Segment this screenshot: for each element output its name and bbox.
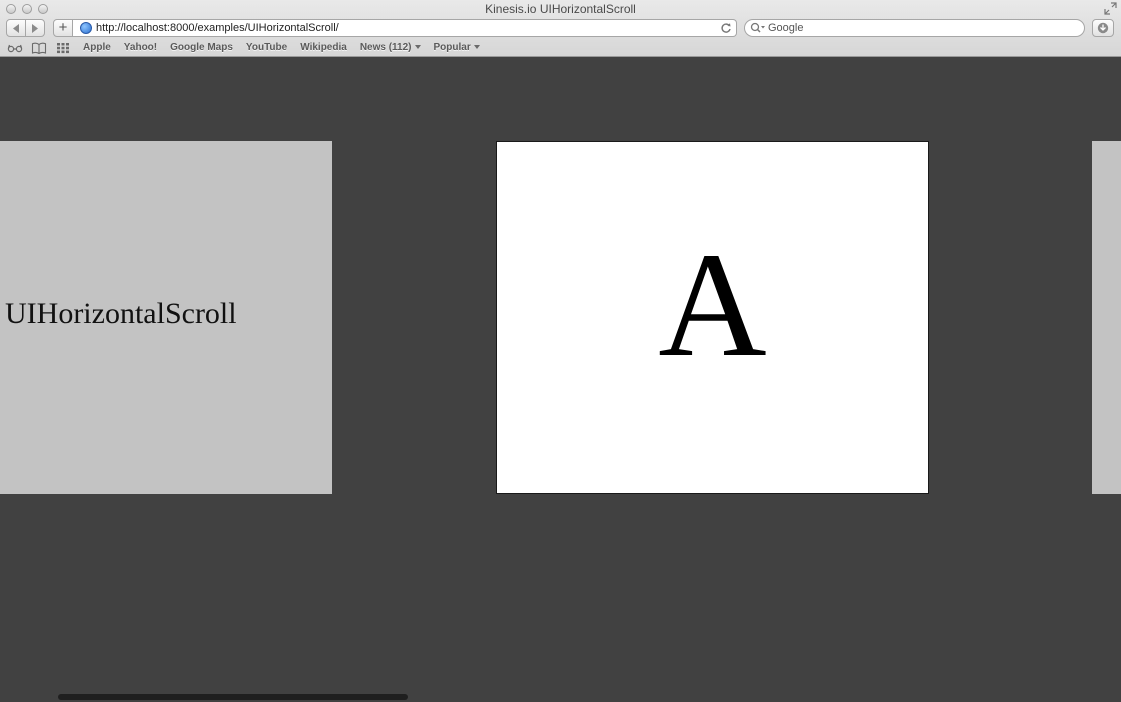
add-bookmark-button[interactable]: + — [53, 19, 73, 37]
scroll-panel-slide-a[interactable]: A — [496, 141, 929, 494]
toolbar: + http://localhost:8000/examples/UIHoriz… — [0, 17, 1121, 39]
bookmark-folder-news[interactable]: News (112) — [360, 42, 421, 53]
url-text[interactable]: http://localhost:8000/examples/UIHorizon… — [96, 22, 339, 34]
bookmark-google-maps[interactable]: Google Maps — [170, 42, 233, 53]
address-bar[interactable]: http://localhost:8000/examples/UIHorizon… — [73, 19, 737, 37]
bookmarks-bar: Apple Yahoo! Google Maps YouTube Wikiped… — [0, 39, 1121, 56]
scroll-panel-next[interactable] — [1092, 141, 1121, 494]
bookmark-yahoo[interactable]: Yahoo! — [124, 42, 157, 53]
bookmark-folder-news-label: News (112) — [359, 42, 412, 53]
horizontal-scrollbar[interactable] — [58, 694, 408, 700]
reading-list-icon[interactable] — [7, 42, 23, 54]
chevron-down-icon — [414, 45, 421, 50]
slide-letter: A — [658, 222, 767, 388]
back-arrow-icon — [12, 23, 19, 33]
bookmark-youtube[interactable]: YouTube — [246, 42, 287, 53]
chevron-down-icon — [473, 45, 480, 50]
bookmark-apple[interactable]: Apple — [83, 42, 111, 53]
top-sites-grid-icon[interactable] — [55, 42, 71, 54]
bookmark-folder-popular[interactable]: Popular — [434, 42, 480, 53]
navigation-buttons — [6, 19, 45, 37]
downloads-icon — [1097, 22, 1109, 34]
globe-icon — [80, 22, 92, 34]
downloads-button[interactable] — [1092, 19, 1114, 37]
forward-arrow-icon — [31, 23, 38, 33]
bookmark-folder-popular-label: Popular — [433, 42, 471, 53]
page-content: UIHorizontalScroll A — [0, 57, 1121, 702]
window-title: Kinesis.io UIHorizontalScroll — [485, 2, 636, 16]
title-bar: Kinesis.io UIHorizontalScroll — [0, 0, 1121, 17]
search-icon[interactable] — [750, 22, 766, 34]
search-placeholder: Google — [768, 22, 804, 34]
back-button[interactable] — [7, 20, 26, 36]
bookmark-wikipedia[interactable]: Wikipedia — [300, 42, 347, 53]
scroll-panel-title[interactable]: UIHorizontalScroll — [0, 141, 332, 494]
search-field[interactable]: Google — [744, 19, 1085, 37]
bookmarks-book-icon[interactable] — [31, 42, 47, 54]
reload-icon[interactable] — [720, 22, 732, 34]
forward-button[interactable] — [26, 20, 44, 36]
browser-chrome: Kinesis.io UIHorizontalScroll + http://l… — [0, 0, 1121, 57]
panel-title: UIHorizontalScroll — [5, 297, 237, 330]
fullscreen-icon[interactable] — [1104, 2, 1117, 15]
